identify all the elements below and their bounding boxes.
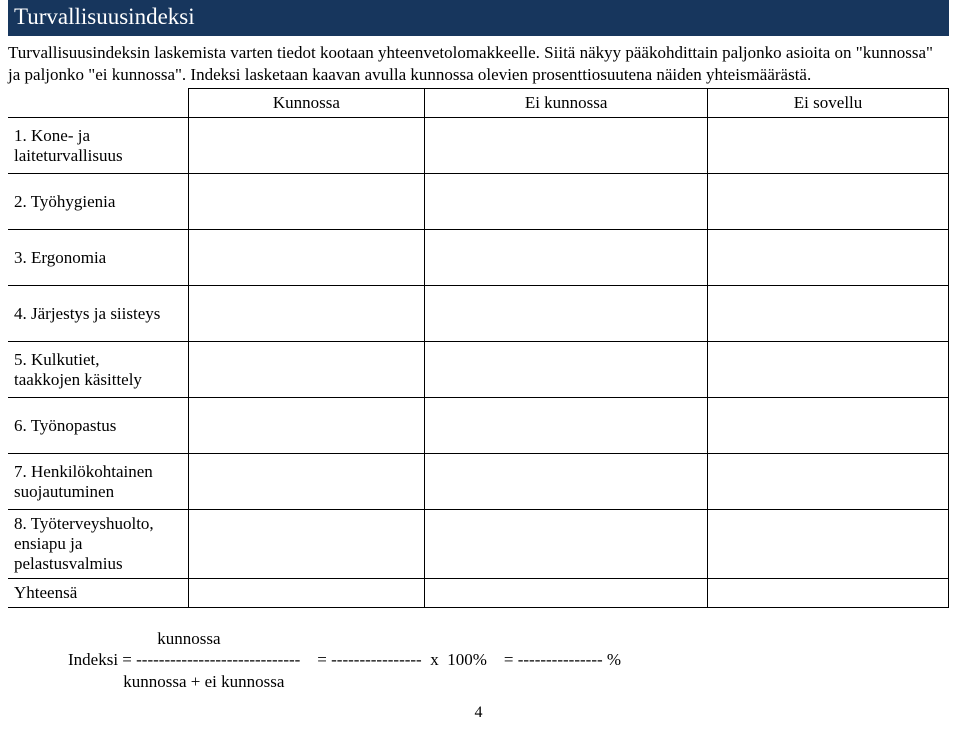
table-row: 7. Henkilökohtainen suojautuminen: [8, 454, 949, 510]
cell: [708, 118, 949, 174]
cell: [708, 510, 949, 579]
table-row: 8. Työterveyshuolto, ensiapu ja pelastus…: [8, 510, 949, 579]
cell: [708, 342, 949, 398]
cell: [708, 579, 949, 608]
col-ei-sovellu: Ei sovellu: [708, 89, 949, 118]
cell: [188, 230, 425, 286]
row-label: 5. Kulkutiet, taakkojen käsittely: [8, 342, 188, 398]
cell: [425, 230, 708, 286]
index-formula: kunnossa Indeksi = ---------------------…: [68, 628, 949, 692]
row-label: 8. Työterveyshuolto, ensiapu ja pelastus…: [8, 510, 188, 579]
cell: [425, 174, 708, 230]
totals-row: Yhteensä: [8, 579, 949, 608]
row-label: 7. Henkilökohtainen suojautuminen: [8, 454, 188, 510]
cell: [425, 454, 708, 510]
row-label: 1. Kone- ja laiteturvallisuus: [8, 118, 188, 174]
table-header-row: Kunnossa Ei kunnossa Ei sovellu: [8, 89, 949, 118]
intro-text: Turvallisuusindeksin laskemista varten t…: [8, 43, 933, 84]
cell: [188, 174, 425, 230]
page-number: 4: [8, 704, 949, 722]
title-text: Turvallisuusindeksi: [14, 4, 195, 29]
cell: [425, 510, 708, 579]
cell: [188, 579, 425, 608]
cell: [425, 342, 708, 398]
cell: [425, 118, 708, 174]
cell: [425, 579, 708, 608]
formula-top: kunnossa: [68, 629, 221, 648]
col-kunnossa: Kunnossa: [188, 89, 425, 118]
row-label: 2. Työhygienia: [8, 174, 188, 230]
page-title: Turvallisuusindeksi: [8, 0, 949, 36]
row-label: 4. Järjestys ja siisteys: [8, 286, 188, 342]
cell: [188, 454, 425, 510]
cell: [188, 286, 425, 342]
col-ei-kunnossa: Ei kunnossa: [425, 89, 708, 118]
table-row: 6. Työnopastus: [8, 398, 949, 454]
table-row: 2. Työhygienia: [8, 174, 949, 230]
row-label: 3. Ergonomia: [8, 230, 188, 286]
cell: [425, 286, 708, 342]
row-label: 6. Työnopastus: [8, 398, 188, 454]
intro-paragraph: Turvallisuusindeksin laskemista varten t…: [8, 42, 949, 86]
cell: [708, 230, 949, 286]
cell: [708, 398, 949, 454]
table-row: 3. Ergonomia: [8, 230, 949, 286]
index-table: Kunnossa Ei kunnossa Ei sovellu 1. Kone-…: [8, 88, 949, 608]
cell: [188, 118, 425, 174]
table-row: 5. Kulkutiet, taakkojen käsittely: [8, 342, 949, 398]
formula-mid: Indeksi = ----------------------------- …: [68, 650, 621, 669]
table-row: 1. Kone- ja laiteturvallisuus: [8, 118, 949, 174]
cell: [708, 286, 949, 342]
table-row: 4. Järjestys ja siisteys: [8, 286, 949, 342]
cell: [708, 174, 949, 230]
formula-bottom: kunnossa + ei kunnossa: [68, 672, 284, 691]
cell: [188, 398, 425, 454]
cell: [425, 398, 708, 454]
cell: [188, 342, 425, 398]
cell: [708, 454, 949, 510]
header-blank: [8, 89, 188, 118]
cell: [188, 510, 425, 579]
totals-label: Yhteensä: [8, 579, 188, 608]
